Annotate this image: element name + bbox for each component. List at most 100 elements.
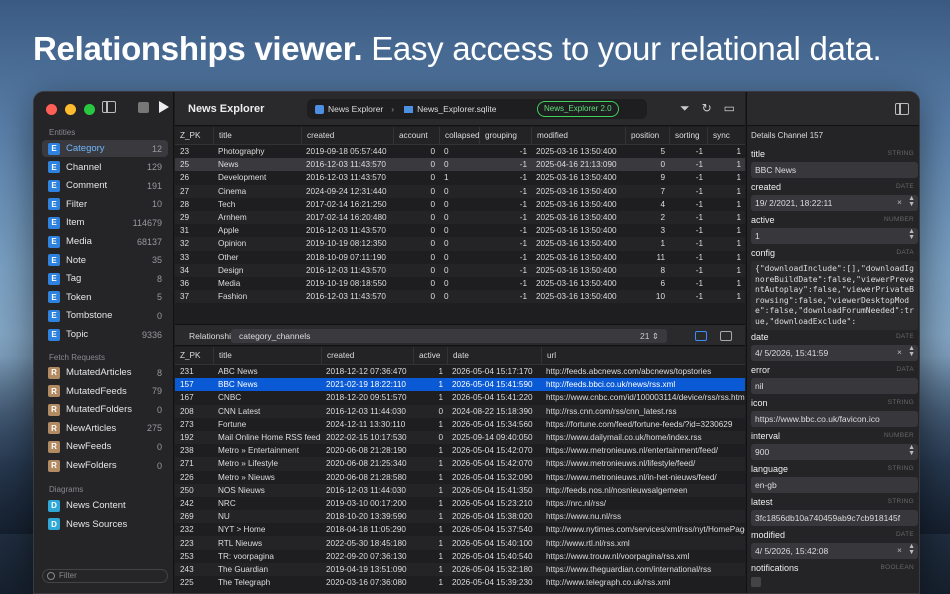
table-row[interactable]: 226 Metro » Nieuws 2020-06-08 21:28:580 1 20… [175,471,745,484]
column-header[interactable]: sync [707,127,745,144]
table-row[interactable]: 32 Opinion 2019-10-19 08:12:350 0 0 -1 2025-03… [175,237,745,251]
column-header[interactable]: title [213,127,301,144]
sidebar-item-mutatedfeeds[interactable]: R MutatedFeeds 79 [42,383,168,400]
sidebar-item-item[interactable]: E Item 114679 [42,214,168,231]
sidebar-item-newarticles[interactable]: R NewArticles 275 [42,420,168,437]
version-badge[interactable]: News_Explorer 2.0 [537,101,619,117]
sidebar-item-tag[interactable]: E Tag 8 [42,270,168,287]
table-row[interactable]: 28 Tech 2017-02-14 16:21:250 0 0 -1 2025-03-16… [175,198,745,211]
sidebar-filter-input[interactable]: Filter [42,569,168,583]
table-row[interactable]: 27 Cinema 2024-09-24 12:31:440 0 0 -1 2025-03-… [175,184,745,198]
column-header[interactable]: title [213,347,321,364]
table-row[interactable]: 243 The Guardian 2019-04-19 13:51:090 1 2026… [175,562,745,576]
table-row[interactable]: 23 Photography 2019-09-18 05:57:440 0 0 -1 202… [175,145,745,158]
field-value-input[interactable]: 3fc1856db10a740459ab9c7cb918145f [751,510,918,526]
column-header[interactable]: created [301,127,393,144]
stepper-icon[interactable]: ▲ ▼ [908,195,915,208]
column-header[interactable]: collapsed [439,127,479,144]
table-row[interactable]: 238 Metro » Entertainment 2020-06-08 21:28… [175,444,745,457]
stepper-icon[interactable]: ▲ ▼ [908,345,915,358]
sidebar-item-comment[interactable]: E Comment 191 [42,177,168,194]
sidebar-item-mutatedfolders[interactable]: R MutatedFolders 0 [42,401,168,418]
field-value-input[interactable]: nil [751,378,918,394]
field-value-input[interactable]: en-gb [751,477,918,493]
minimize-icon[interactable] [65,104,76,115]
field-value-input[interactable]: https://www.bbc.co.uk/favicon.ico [751,411,918,427]
table-row[interactable]: 29 Arnhem 2017-02-14 16:20:480 0 0 -1 2025-03-… [175,210,745,225]
clear-icon[interactable]: × [897,197,902,207]
sidebar-item-topic[interactable]: E Topic 9336 [42,326,168,343]
sidebar-item-filter[interactable]: E Filter 10 [42,196,168,213]
zoom-icon[interactable] [84,104,95,115]
toggle-inspector-icon[interactable] [895,103,909,115]
table-row[interactable]: 192 Mail Online Home RSS feed 2022-02-15 1… [175,430,745,445]
table-row[interactable]: 36 Media 2019-10-19 08:18:550 0 0 -1 2025-03-1… [175,277,745,290]
column-header[interactable]: modified [531,127,625,144]
stepper-icon[interactable]: ▲ ▼ [908,543,915,556]
relationship-select[interactable]: category_channels 21 ⇕ [231,329,667,343]
table-row[interactable]: 231 ABC News 2018-12-12 07:36:470 1 2026-05-… [175,365,745,378]
table-row[interactable]: 167 CNBC 2018-12-20 09:51:570 1 2026-05-04 1… [175,391,745,404]
field-value-input[interactable]: 4/ 5/2026, 15:41:59 × ▲ ▼ [751,345,918,361]
toggle-sidebar-icon[interactable] [102,101,116,113]
column-header[interactable]: created [321,347,413,364]
table-row[interactable]: 242 NRC 2019-03-10 00:17:200 1 2026-05-04 15… [175,497,745,510]
sidebar-item-newfolders[interactable]: R NewFolders 0 [42,457,168,474]
play-icon[interactable] [159,101,169,113]
filter-funnel-icon[interactable]: ⏷ [680,101,690,115]
sidebar-item-news-content[interactable]: D News Content [42,497,168,514]
sidebar-item-tombstone[interactable]: E Tombstone 0 [42,307,168,324]
clear-icon[interactable]: × [897,545,902,555]
sidebar-item-mutatedarticles[interactable]: R MutatedArticles 8 [42,364,168,381]
path-control[interactable]: News Explorer › News_Explorer.sqlite New… [307,99,647,119]
refresh-icon[interactable]: ↻ [702,101,712,115]
column-header[interactable]: url [541,347,745,364]
table-row[interactable]: 232 NYT > Home 2018-04-18 11:05:290 1 2026-0… [175,523,745,536]
sidebar-item-news-sources[interactable]: D News Sources [42,516,168,533]
column-header[interactable]: Z_PK [175,127,213,144]
stepper-icon[interactable]: ▲ ▼ [908,444,915,457]
field-value-input[interactable]: 4/ 5/2026, 15:42:08 × ▲ ▼ [751,543,918,559]
field-value-input[interactable]: BBC News [751,162,918,178]
sidebar-item-token[interactable]: E Token 5 [42,289,168,306]
column-header[interactable]: grouping [479,127,531,144]
column-header[interactable]: date [447,347,541,364]
field-value-input[interactable]: {"downloadInclude":[],"downloadIgnoreBui… [751,261,918,330]
table-row[interactable]: 253 TR: voorpagina 2022-09-20 07:36:130 1 20… [175,550,745,563]
table-row[interactable]: 31 Apple 2016-12-03 11:43:570 0 0 -1 2025-03-1… [175,224,745,237]
stepper-icon[interactable]: ▲ ▼ [908,228,915,241]
table-row[interactable]: 250 NOS Nieuws 2016-12-03 11:44:030 1 2026-0… [175,483,745,497]
table-row[interactable]: 225 The Telegraph 2020-03-16 07:36:080 1 202… [175,576,745,589]
column-header[interactable]: position [625,127,669,144]
column-header[interactable]: Z_PK [175,347,213,364]
stop-icon[interactable] [138,101,149,113]
table-row[interactable]: 223 RTL Nieuws 2022-05-30 18:45:180 1 2026-0… [175,536,745,550]
field-value-input[interactable]: 900 ▲ ▼ [751,444,918,460]
table-row[interactable]: 271 Metro » Lifestyle 2020-06-08 21:25:340… [175,457,745,471]
sidebar-item-category[interactable]: E Category 12 [42,140,168,157]
field-value-input[interactable]: 19/ 2/2021, 18:22:11 × ▲ ▼ [751,195,918,211]
layout-list-icon[interactable] [695,331,707,341]
table-row[interactable]: 25 News 2016-12-03 11:43:570 0 0 -1 2025-04-16… [175,158,745,172]
table-row[interactable]: 33 Other 2018-10-09 07:11:190 0 0 -1 2025-03-1… [175,251,745,264]
sidebar-item-media[interactable]: E Media 68137 [42,233,168,250]
table-row[interactable]: 269 NU 2018-10-20 13:39:590 1 2026-05-04 15:… [175,510,745,524]
sidebar-item-channel[interactable]: E Channel 129 [42,159,168,176]
table-row[interactable]: 273 Fortune 2024-12-11 13:30:110 1 2026-05-0… [175,418,745,431]
table-row[interactable]: 208 CNN Latest 2016-12-03 11:44:030 0 2024-0… [175,404,745,418]
clear-icon[interactable]: × [897,347,902,357]
layout-detail-icon[interactable] [720,331,732,341]
sidebar-item-newfeeds[interactable]: R NewFeeds 0 [42,438,168,455]
close-icon[interactable] [46,104,57,115]
column-header[interactable]: active [413,347,447,364]
sidebar-item-note[interactable]: E Note 35 [42,252,168,269]
table-row[interactable]: 157 BBC News 2021-02-19 18:22:110 1 2026-05-… [175,378,745,392]
split-view-icon[interactable]: ▭ [724,101,735,115]
notifications-checkbox[interactable] [751,577,761,587]
column-header[interactable]: account [393,127,439,144]
column-header[interactable]: sorting [669,127,707,144]
table-row[interactable]: 34 Design 2016-12-03 11:43:570 0 0 -1 2025-03-… [175,263,745,277]
field-value-input[interactable]: 1 ▲ ▼ [751,228,918,244]
table-row[interactable]: 37 Fashion 2016-12-03 11:43:570 0 0 -1 2025-03… [175,290,745,304]
table-row[interactable]: 26 Development 2016-12-03 11:43:570 0 1 -1 202… [175,171,745,184]
